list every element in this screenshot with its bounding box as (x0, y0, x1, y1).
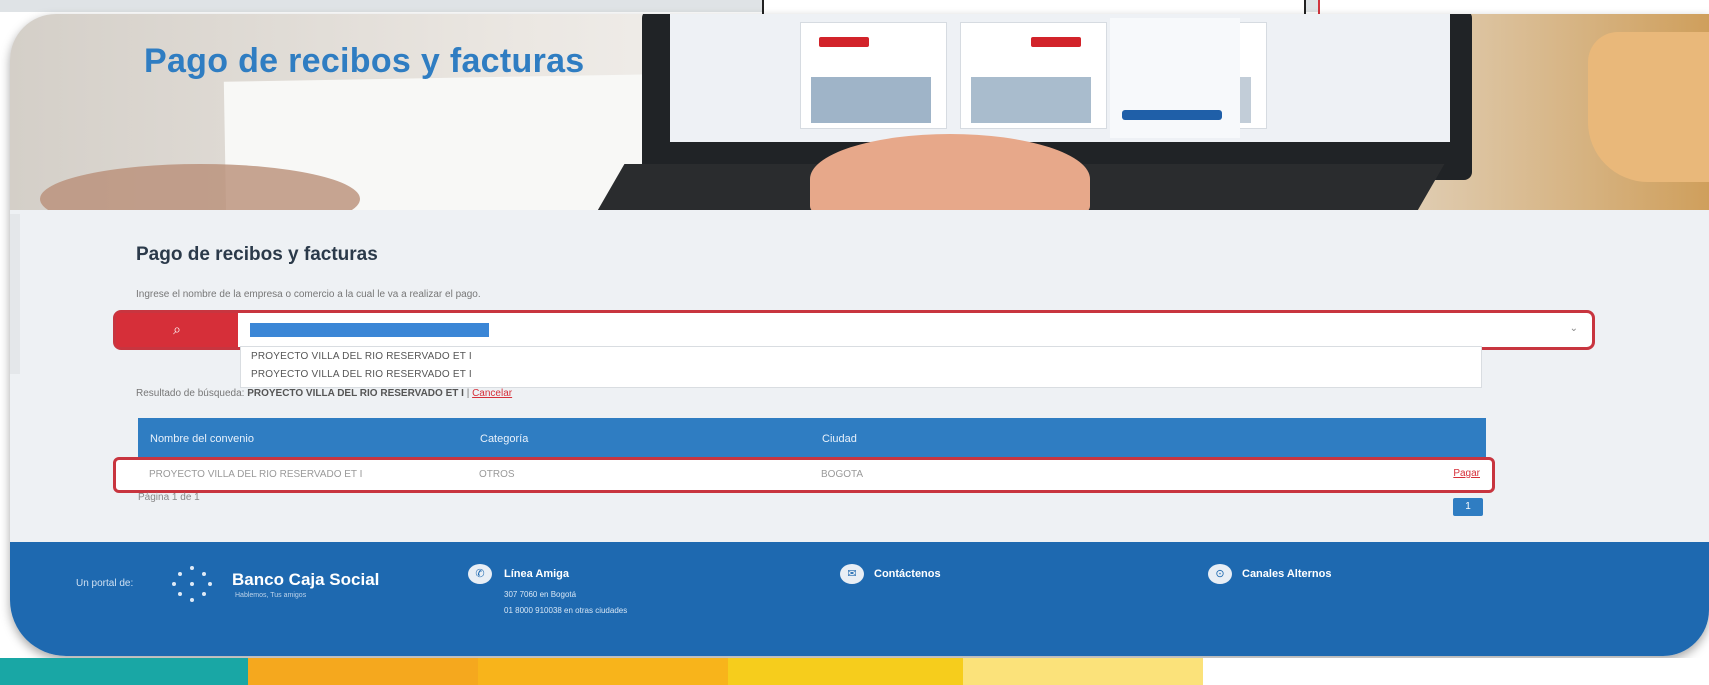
bank-logo-icon (170, 566, 220, 602)
search-icon: ⌕ (173, 322, 181, 338)
banner-title: Pago de recibos y facturas (144, 42, 585, 80)
chevron-down-icon[interactable]: ⌄ (1570, 323, 1578, 334)
footer-canales-alternos[interactable]: Canales Alternos (1242, 568, 1331, 580)
footer-contactenos[interactable]: Contáctenos (874, 568, 941, 580)
screen-card (800, 22, 947, 129)
screen-sidebar (1110, 18, 1240, 138)
color-segment (0, 658, 248, 685)
autocomplete-dropdown: PROYECTO VILLA DEL RIO RESERVADO ET I PR… (240, 346, 1482, 388)
table-row: PROYECTO VILLA DEL RIO RESERVADO ET I OT… (113, 457, 1495, 493)
column-header-category: Categoría (480, 433, 529, 445)
location-icon: ⊙ (1208, 564, 1232, 584)
cell-city: BOGOTA (821, 469, 864, 480)
side-marks (10, 214, 20, 374)
banner-cup-graphic (1588, 32, 1709, 182)
page-button[interactable]: 1 (1453, 498, 1483, 516)
banner-laptop-screen (670, 14, 1450, 142)
phone-icon: ✆ (468, 564, 492, 584)
color-segment (248, 658, 478, 685)
search-button[interactable]: ⌕ (116, 313, 238, 347)
bank-tagline: Hablemos, Tus amigos (235, 592, 307, 599)
cell-category: OTROS (479, 469, 515, 480)
column-header-name: Nombre del convenio (150, 433, 254, 445)
column-header-city: Ciudad (822, 433, 857, 445)
table-header: Nombre del convenio Categoría Ciudad (138, 418, 1486, 458)
result-query: PROYECTO VILLA DEL RIO RESERVADO ET I (247, 388, 464, 399)
color-segment (963, 658, 1203, 685)
bank-name[interactable]: Banco Caja Social (232, 570, 379, 590)
dropdown-option[interactable]: PROYECTO VILLA DEL RIO RESERVADO ET I (251, 351, 472, 362)
dropdown-option[interactable]: PROYECTO VILLA DEL RIO RESERVADO ET I (251, 369, 472, 380)
linea-amiga-bogota: 307 7060 en Bogotá (504, 590, 577, 599)
result-label: Resultado de búsqueda: (136, 388, 245, 399)
linea-amiga-otras: 01 8000 910038 en otras ciudades (504, 606, 628, 615)
chat-icon: ✉ (840, 564, 864, 584)
search-result-line: Resultado de búsqueda: PROYECTO VILLA DE… (136, 388, 512, 399)
search-bar: ⌕ PROYECTO VILLA DEL RIO RESERVADO ET I … (113, 310, 1595, 350)
pay-link[interactable]: Pagar (1453, 468, 1480, 479)
result-separator: | (466, 388, 470, 399)
instruction-text: Ingrese el nombre de la empresa o comerc… (136, 289, 481, 300)
footer-prefix: Un portal de: (76, 578, 134, 589)
screen-card (960, 22, 1107, 129)
search-input[interactable]: PROYECTO VILLA DEL RIO RESERVADO ET I (250, 313, 1550, 347)
pagination-text: Página 1 de 1 (138, 492, 200, 503)
cancel-link[interactable]: Cancelar (472, 388, 512, 399)
portal-window: Pago de recibos y facturas Pago de recib… (10, 14, 1709, 656)
search-input-value: PROYECTO VILLA DEL RIO RESERVADO ET I (250, 323, 489, 337)
color-segment (1203, 658, 1709, 685)
footer: Un portal de: Banco Caja Social Hablemos… (10, 542, 1709, 656)
cell-name: PROYECTO VILLA DEL RIO RESERVADO ET I (149, 469, 363, 480)
page-title: Pago de recibos y facturas (136, 244, 378, 265)
footer-linea-amiga[interactable]: Línea Amiga (504, 568, 569, 580)
color-segment (478, 658, 728, 685)
bottom-color-bar (0, 658, 1709, 685)
hero-banner: Pago de recibos y facturas (10, 14, 1709, 210)
color-segment (728, 658, 963, 685)
